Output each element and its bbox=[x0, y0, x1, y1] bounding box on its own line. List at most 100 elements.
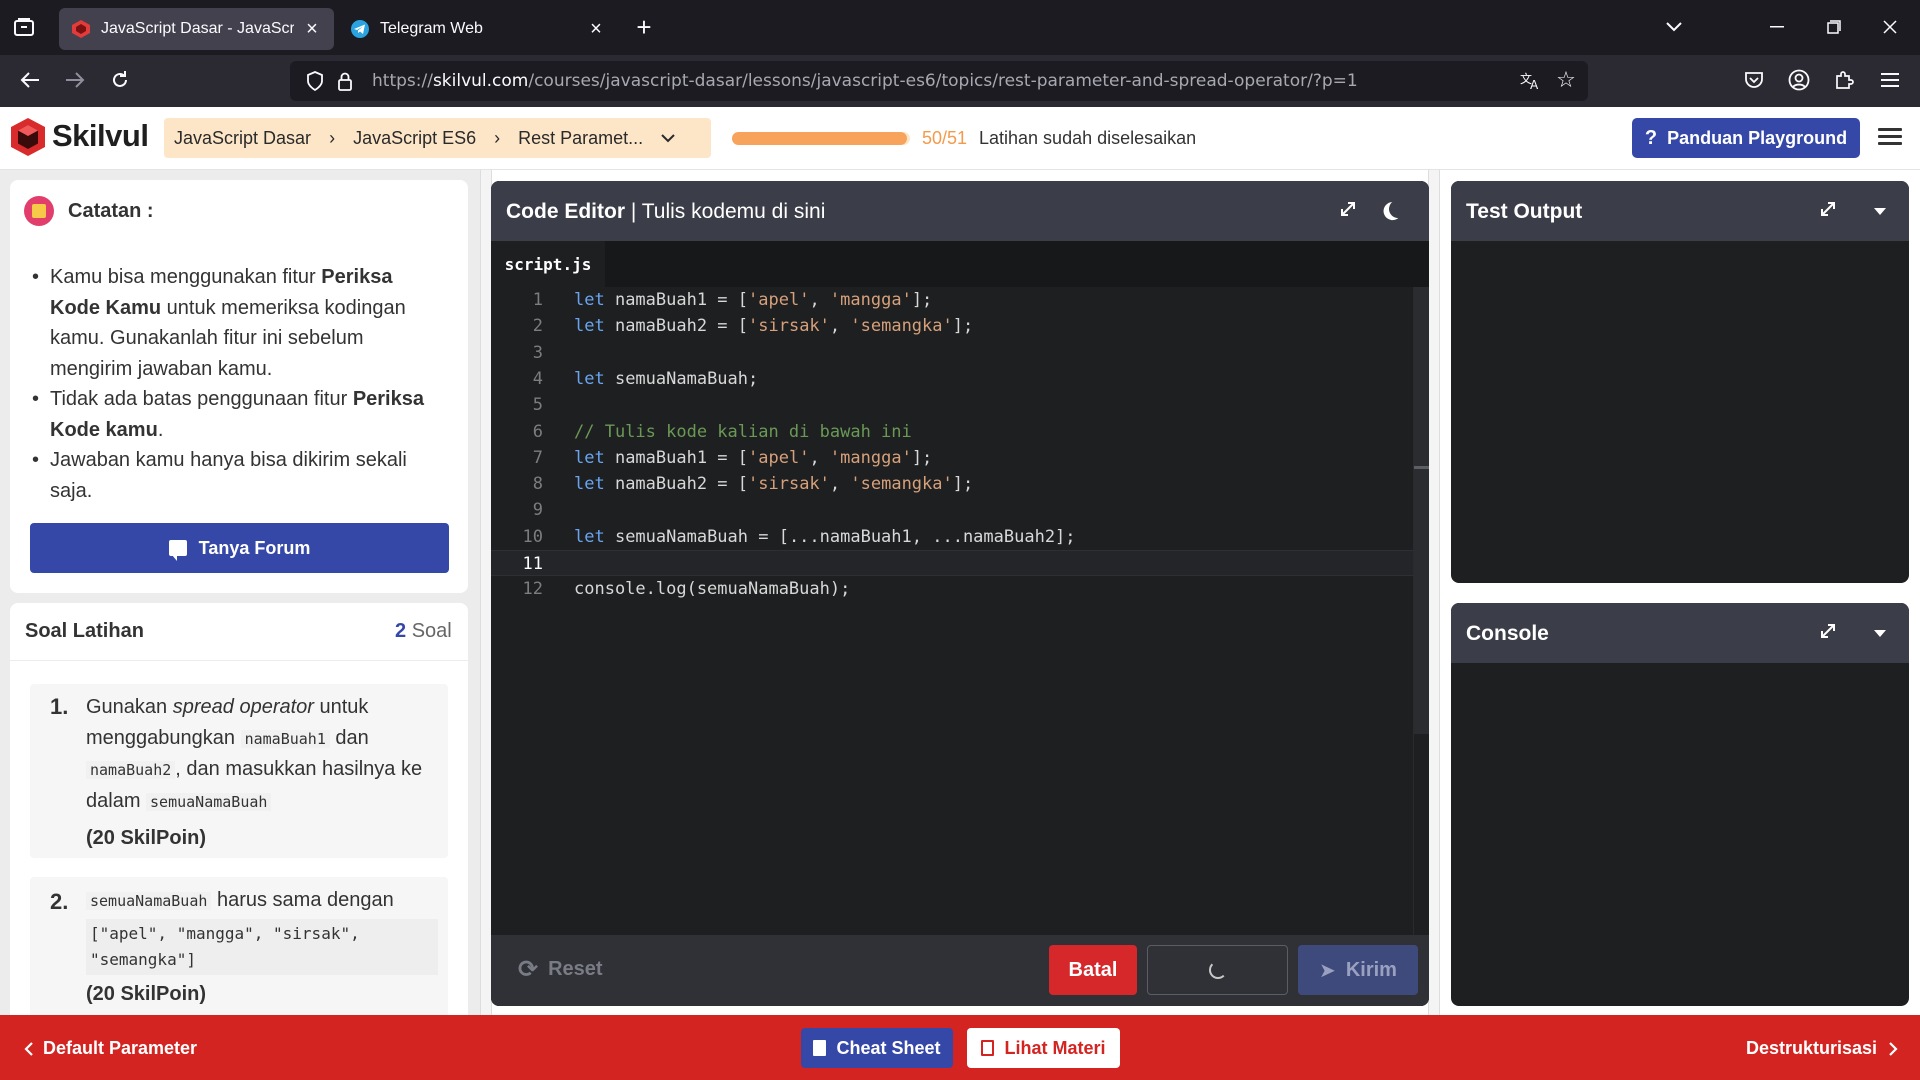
code-text: console.log(semuaNamaBuah); bbox=[574, 579, 851, 600]
telegram-favicon-icon bbox=[350, 19, 370, 39]
list-item: Tidak ada batas penggunaan fitur Periksa… bbox=[30, 384, 440, 445]
tab-title: Telegram Web bbox=[380, 20, 483, 37]
minimize-window-icon[interactable] bbox=[1759, 9, 1795, 45]
url-text[interactable]: https://skilvul.com/courses/javascript-d… bbox=[372, 71, 1358, 91]
forward-arrow-icon[interactable] bbox=[57, 62, 93, 98]
account-icon[interactable] bbox=[1781, 62, 1817, 98]
chat-bubble-icon bbox=[168, 540, 187, 561]
list-item: Jawaban kamu hanya bisa dikirim sekali s… bbox=[30, 445, 440, 506]
list-item: Kamu bisa menggunakan fitur Periksa Kode… bbox=[30, 262, 440, 384]
editor-scrollbar-thumb[interactable] bbox=[1414, 287, 1429, 734]
code-line[interactable]: 11 bbox=[491, 550, 1413, 576]
svg-text:A: A bbox=[1530, 78, 1539, 90]
exercises-title: Soal Latihan bbox=[25, 620, 144, 642]
lock-icon[interactable] bbox=[330, 71, 360, 91]
code-line[interactable]: 3 bbox=[491, 340, 1413, 366]
next-topic-link[interactable]: Destrukturisasi bbox=[1746, 1038, 1898, 1059]
code-text: let namaBuah1 = ['apel', 'mangga']; bbox=[574, 290, 933, 310]
cheat-sheet-button[interactable]: Cheat Sheet bbox=[801, 1028, 953, 1068]
code-text: let semuaNamaBuah; bbox=[574, 368, 759, 389]
expected-value-code: ["apel", "mangga", "sirsak", "semangka"] bbox=[86, 918, 438, 975]
code-line[interactable]: 4 let semuaNamaBuah; bbox=[491, 366, 1413, 392]
view-material-button[interactable]: Lihat Materi bbox=[967, 1028, 1120, 1068]
code-area[interactable]: 1 let namaBuah1 = ['apel', 'mangga']; 2 let… bbox=[491, 287, 1413, 935]
pocket-icon[interactable] bbox=[1736, 62, 1772, 98]
translate-icon[interactable]: 文A bbox=[1513, 62, 1549, 98]
divider bbox=[10, 660, 468, 661]
file-tab-script-js[interactable]: script.js bbox=[491, 241, 605, 287]
previous-topic-label: Default Parameter bbox=[43, 1038, 198, 1058]
app-menu-icon[interactable] bbox=[1872, 62, 1908, 98]
code-line[interactable]: 10 let semuaNamaBuah = [...namaBuah1, ...… bbox=[491, 524, 1413, 550]
back-arrow-icon[interactable] bbox=[12, 62, 48, 98]
tab-list-icon[interactable] bbox=[6, 9, 42, 45]
line-number: 1 bbox=[532, 290, 543, 310]
breadcrumb-item-course[interactable]: JavaScript Dasar bbox=[174, 128, 311, 149]
line-number: 5 bbox=[532, 395, 543, 416]
breadcrumb-item-topic[interactable]: Rest Paramet... bbox=[518, 128, 643, 149]
reset-button[interactable]: ⟳ Reset bbox=[518, 955, 603, 984]
code-text: let namaBuah1 = ['apel', 'mangga']; bbox=[574, 447, 933, 468]
line-number: 6 bbox=[532, 421, 543, 442]
progress-count: 50/51 bbox=[922, 128, 968, 148]
submit-button[interactable]: ➤ Kirim bbox=[1298, 945, 1418, 995]
bookmark-star-icon[interactable]: ☆ bbox=[1548, 62, 1584, 98]
code-editor-footer bbox=[491, 935, 1429, 1006]
line-number: 9 bbox=[532, 500, 543, 521]
line-number: 8 bbox=[532, 474, 543, 495]
expand-icon[interactable] bbox=[1338, 199, 1362, 223]
code-line[interactable]: 9 bbox=[491, 497, 1413, 523]
ask-forum-button[interactable]: Tanya Forum bbox=[30, 523, 449, 573]
console-panel bbox=[1451, 603, 1909, 1006]
logo-text[interactable]: Skilvul bbox=[52, 118, 149, 154]
code-line[interactable]: 7 let namaBuah1 = ['apel', 'mangga']; bbox=[491, 445, 1413, 471]
previous-topic-link[interactable]: Default Parameter bbox=[24, 1038, 197, 1059]
reset-label: Reset bbox=[548, 958, 603, 980]
chevron-down-icon[interactable] bbox=[661, 133, 675, 143]
browser-tab-telegram[interactable]: Telegram Web × bbox=[338, 8, 618, 50]
breadcrumb-item-lesson[interactable]: JavaScript ES6 bbox=[353, 128, 476, 149]
close-window-icon[interactable] bbox=[1872, 9, 1908, 45]
question-icon: ? bbox=[1644, 126, 1658, 149]
tracking-protection-shield-icon[interactable] bbox=[300, 71, 330, 91]
panel-resize-handle[interactable] bbox=[1428, 170, 1440, 1015]
collapse-caret-icon[interactable] bbox=[1874, 208, 1886, 215]
code-line[interactable]: 8 let namaBuah2 = ['sirsak', 'semangka']; bbox=[491, 471, 1413, 497]
chevron-right-icon bbox=[1889, 1041, 1898, 1056]
skilvul-logo-icon[interactable] bbox=[10, 117, 46, 162]
question-points: (20 SkilPoin) bbox=[86, 982, 207, 1005]
code-line[interactable]: 12 console.log(semuaNamaBuah); bbox=[491, 576, 1413, 602]
code-line[interactable]: 5 bbox=[491, 392, 1413, 418]
breadcrumb[interactable]: JavaScript Dasar › JavaScript ES6 › Rest… bbox=[164, 118, 711, 158]
chevron-right-icon: › bbox=[494, 127, 501, 148]
playground-guide-button[interactable]: ? Panduan Playground bbox=[1632, 118, 1860, 158]
address-bar[interactable]: https://skilvul.com/courses/javascript-d… bbox=[290, 61, 1588, 101]
expand-icon[interactable] bbox=[1818, 621, 1842, 645]
view-material-label: Lihat Materi bbox=[1004, 1037, 1106, 1058]
code-text: // Tulis kode kalian di bawah ini bbox=[574, 421, 912, 442]
code-line[interactable]: 6 // Tulis kode kalian di bawah ini bbox=[491, 419, 1413, 445]
guide-button-label: Panduan Playground bbox=[1667, 127, 1848, 148]
check-code-button[interactable] bbox=[1147, 945, 1288, 995]
list-all-tabs-chevron-icon[interactable] bbox=[1656, 9, 1692, 45]
close-tab-icon[interactable]: × bbox=[586, 18, 606, 41]
cancel-button[interactable]: Batal bbox=[1049, 945, 1137, 995]
collapse-caret-icon[interactable] bbox=[1874, 630, 1886, 637]
expand-icon[interactable] bbox=[1818, 199, 1842, 223]
code-line[interactable]: 1 let namaBuah1 = ['apel', 'mangga']; bbox=[491, 287, 1413, 313]
reload-icon[interactable] bbox=[102, 62, 138, 98]
lesson-nav-bar bbox=[0, 1015, 1920, 1080]
close-tab-icon[interactable]: × bbox=[302, 18, 322, 41]
hamburger-menu-icon[interactable] bbox=[1878, 124, 1902, 150]
skilvul-favicon-icon bbox=[71, 19, 91, 39]
restore-window-icon[interactable] bbox=[1816, 9, 1852, 45]
browser-tab-skilvul[interactable]: JavaScript Dasar - JavaScript ES6 × bbox=[59, 8, 334, 50]
console-title: Console bbox=[1466, 622, 1549, 645]
question-text: semuaNamaBuah harus sama dengan ["apel",… bbox=[86, 885, 438, 1009]
cheat-sheet-label: Cheat Sheet bbox=[836, 1037, 941, 1058]
code-line[interactable]: 2 let namaBuah2 = ['sirsak', 'semangka']; bbox=[491, 313, 1413, 339]
new-tab-icon[interactable]: + bbox=[626, 9, 662, 45]
extensions-puzzle-icon[interactable] bbox=[1826, 62, 1862, 98]
notes-heading: Catatan : bbox=[24, 196, 154, 226]
submit-label: Kirim bbox=[1345, 958, 1397, 981]
